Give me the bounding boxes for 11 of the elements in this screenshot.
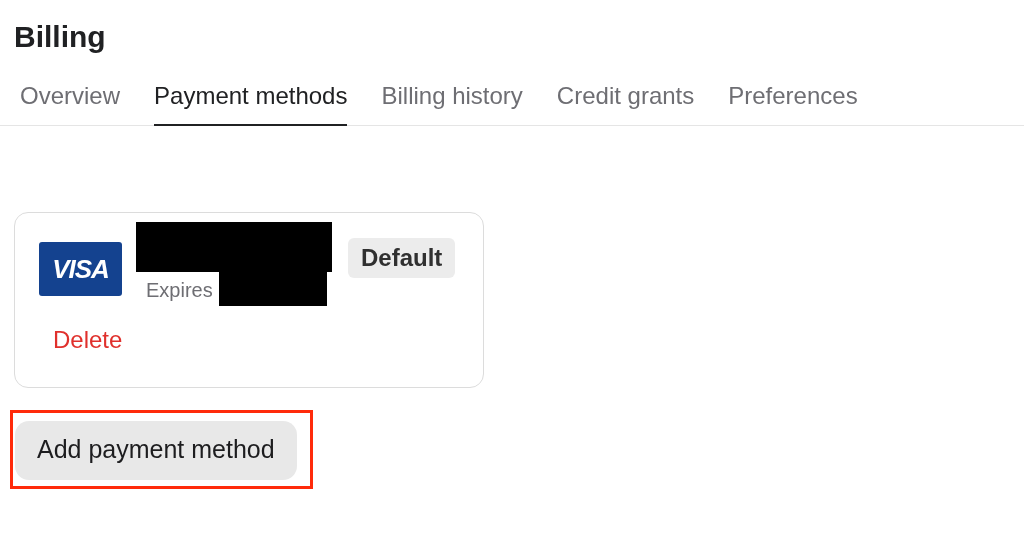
tab[interactable]: Payment methods: [154, 82, 348, 126]
tab[interactable]: Overview: [20, 82, 121, 126]
tab[interactable]: Billing history: [381, 82, 523, 126]
delete-link[interactable]: Delete: [53, 326, 123, 354]
page-title: Billing: [14, 19, 107, 55]
default-badge: Default: [348, 238, 456, 278]
tab[interactable]: Preferences: [728, 82, 858, 126]
expiry-label: Expires: [146, 279, 213, 302]
add-payment-method-button[interactable]: Add payment method: [15, 421, 297, 480]
card-brand-logo: VISA: [39, 242, 122, 296]
tab[interactable]: Credit grants: [556, 82, 695, 126]
